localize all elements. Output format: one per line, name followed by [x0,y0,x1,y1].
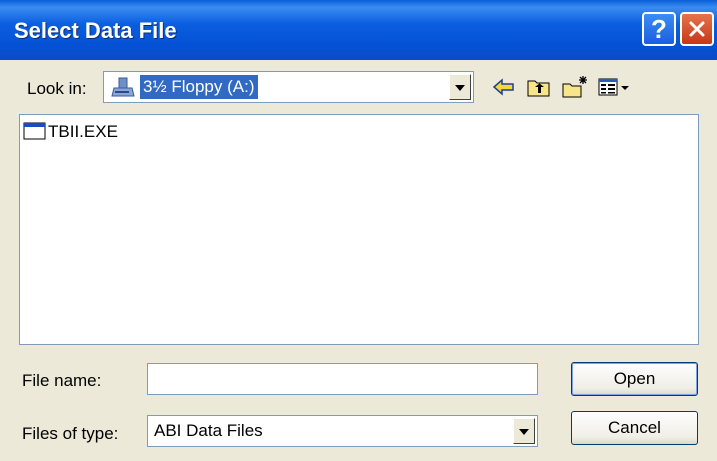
look-in-value: 3½ Floppy (A:) [140,75,258,99]
help-button[interactable]: ? [642,12,676,46]
look-in-dropdown[interactable]: 3½ Floppy (A:) [103,71,474,103]
look-in-label: Look in: [27,79,87,98]
up-one-level-button[interactable] [525,74,553,100]
files-of-type-value: ABI Data Files [154,421,263,440]
back-button[interactable] [490,74,518,100]
open-button[interactable]: Open [571,362,698,396]
view-menu-button[interactable] [597,74,633,100]
back-arrow-icon [492,78,514,96]
floppy-drive-icon [111,77,135,97]
files-of-type-dropdown[interactable]: ABI Data Files [147,415,538,447]
new-folder-icon [562,76,587,98]
new-folder-button[interactable] [561,74,589,100]
close-button[interactable] [680,12,714,46]
file-name-input[interactable] [147,363,538,395]
look-in-dropdown-arrow[interactable] [449,74,471,100]
help-icon: ? [651,14,667,44]
files-of-type-label: Files of type: [22,424,119,443]
view-menu-icon [598,78,629,96]
file-name-text: TBII.EXE [48,122,118,141]
file-list[interactable]: TBII.EXE [19,114,699,345]
file-name-label: File name: [22,371,102,390]
window-title: Select Data File [14,18,177,43]
up-folder-icon [527,80,550,97]
application-icon [23,122,46,140]
title-bar: Select Data File ? [0,0,717,60]
files-of-type-dropdown-arrow[interactable] [513,418,535,444]
cancel-button[interactable]: Cancel [571,411,698,445]
close-icon [689,21,705,37]
